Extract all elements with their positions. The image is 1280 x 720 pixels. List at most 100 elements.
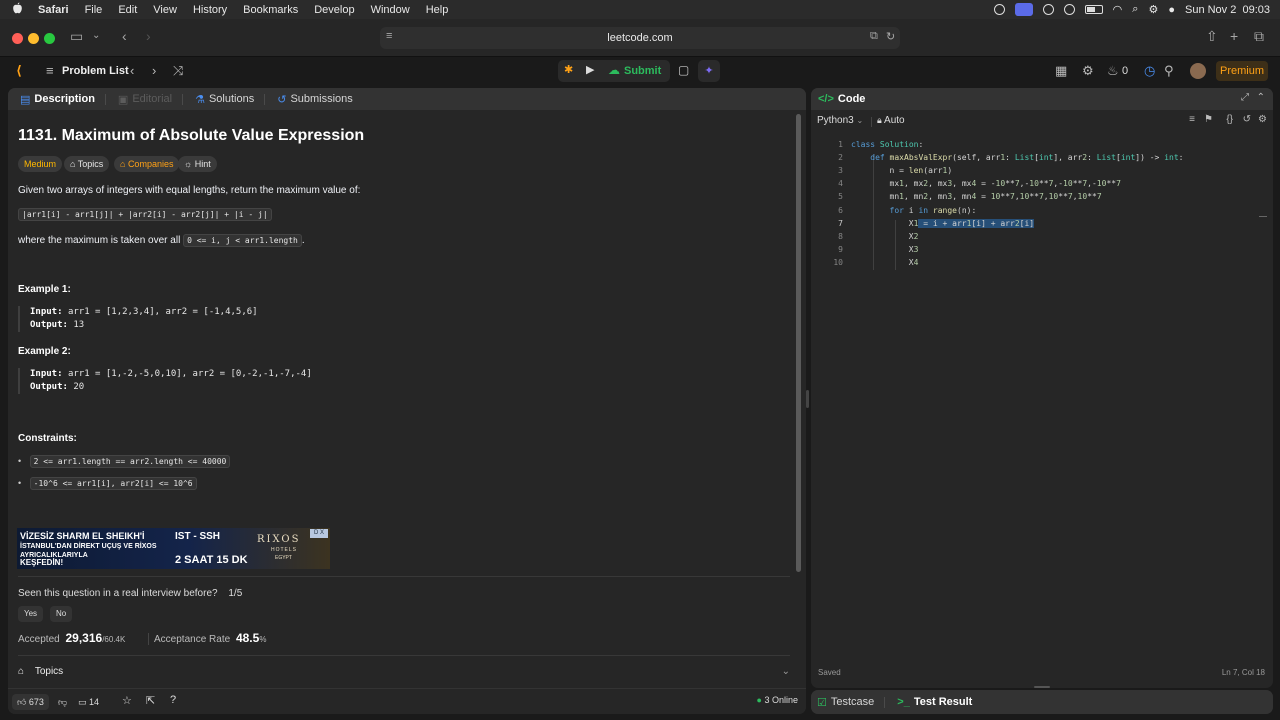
minimize-window-button[interactable] (28, 33, 39, 44)
topics-chip[interactable]: ⌂ Topics (64, 156, 110, 172)
back-icon[interactable]: ‹ (122, 28, 127, 44)
tab-testcase[interactable]: ☑ Testcase (817, 696, 874, 709)
menu-edit[interactable]: Edit (118, 4, 137, 16)
timer-icon[interactable]: ◷ (1144, 63, 1155, 79)
zoom-window-button[interactable] (44, 33, 55, 44)
sidebar-icon[interactable]: ▭ (70, 28, 83, 45)
reload-icon[interactable]: ↻ (886, 30, 895, 43)
settings-icon[interactable]: ⚙ (1082, 63, 1094, 79)
chevron-down-icon[interactable]: ⌄ (92, 30, 100, 41)
topics-row[interactable]: ⌂ Topics ⌄ (18, 666, 790, 682)
panel-resize-handle[interactable] (806, 390, 809, 408)
menu-app[interactable]: Safari (38, 4, 69, 16)
premium-button[interactable]: Premium (1216, 61, 1268, 81)
submit-button[interactable]: Submit (606, 61, 661, 80)
comment-icon: ▭ (78, 697, 87, 707)
submissions-icon: ↺ (277, 93, 287, 106)
ai-assist-icon[interactable]: ✦ (698, 60, 720, 82)
settings-icon[interactable]: ⚙ (1258, 114, 1267, 125)
comments-button[interactable]: ▭ 14 (78, 694, 99, 710)
control-center-icon[interactable]: ⚙ (1148, 3, 1158, 16)
play-icon[interactable] (1063, 4, 1075, 15)
yes-button[interactable]: Yes (18, 606, 44, 622)
streak-icon[interactable]: ♨ (1107, 63, 1119, 79)
share-icon[interactable]: ⇱ (146, 694, 155, 707)
avatar[interactable] (1190, 63, 1206, 79)
shuffle-icon[interactable]: ⤨ (173, 63, 183, 79)
new-tab-icon[interactable]: + (1230, 28, 1238, 44)
code-editor[interactable]: 1 2 3 4 5 6 7 8 9 10 class Solution: def… (811, 134, 1273, 664)
tab-test-result[interactable]: >_ Test Result (897, 696, 972, 708)
mode-indicator[interactable]: 🔒︎ Auto (877, 115, 905, 126)
leetcode-logo-icon[interactable]: ⟨ (16, 63, 22, 79)
fullscreen-icon[interactable]: ⤢ (1241, 92, 1249, 103)
ad-choices-badge[interactable]: D X (310, 529, 328, 538)
problem-title[interactable]: 1131. Maximum of Absolute Value Expressi… (18, 127, 364, 145)
hint-chip[interactable]: ☼ Hint (178, 156, 217, 172)
help-icon[interactable]: ? (170, 694, 176, 706)
braces-icon[interactable]: {} (1226, 114, 1233, 125)
tab-testcase-label: Testcase (830, 696, 875, 708)
debug-icon[interactable]: ✱ (564, 63, 573, 76)
tab-submissions[interactable]: ↺ Submissions (277, 93, 353, 106)
scrollbar[interactable] (796, 114, 801, 572)
mode-label: Auto (884, 115, 905, 126)
translate-icon[interactable]: ⧉ (870, 30, 878, 43)
like-button[interactable]: 👍︎ 673 (12, 694, 49, 710)
menu-view[interactable]: View (153, 4, 177, 16)
menu-file[interactable]: File (85, 4, 103, 16)
interview-question-text: Seen this question in a real interview b… (18, 588, 218, 599)
apple-icon[interactable] (12, 2, 26, 17)
prev-problem-icon[interactable]: ‹ (130, 63, 134, 78)
menu-develop[interactable]: Develop (314, 4, 354, 16)
example-1-title: Example 1: (18, 284, 71, 295)
code-line: X1 = i + arr1[i] + arr2[i] (851, 219, 1035, 228)
tab-overview-icon[interactable]: ⧉ (1254, 28, 1264, 45)
dislike-button[interactable]: 👎︎ (58, 694, 67, 710)
tab-editorial[interactable]: ▣ Editorial (118, 93, 172, 106)
mirroring-icon[interactable] (1014, 3, 1033, 16)
screen-share-icon[interactable] (993, 4, 1005, 15)
list-icon[interactable]: ≡ (46, 63, 54, 78)
language-select[interactable]: Python3 ⌄ (817, 115, 863, 126)
advertisement-banner[interactable]: VİZESİZ SHARM EL SHEIKH'İ İSTANBUL'DAN D… (17, 528, 330, 569)
format-icon[interactable]: ≡ (1189, 114, 1195, 125)
account-icon[interactable]: ▦ (1055, 63, 1067, 79)
star-icon[interactable]: ☆ (122, 694, 132, 707)
close-window-button[interactable] (12, 33, 23, 44)
no-button[interactable]: No (50, 606, 73, 622)
clock[interactable]: Sun Nov 2 09:03 (1185, 4, 1270, 16)
line-number: 9 (838, 245, 843, 254)
tab-description[interactable]: ▤ Description (20, 93, 95, 106)
menu-window[interactable]: Window (371, 4, 410, 16)
problem-statement: Given two arrays of integers with equal … (18, 185, 361, 196)
address-bar[interactable]: leetcode.com (380, 27, 900, 49)
bookmark-icon[interactable]: ⚑ (1204, 114, 1213, 125)
page-menu-icon[interactable]: ≡ (386, 30, 392, 42)
menu-help[interactable]: Help (426, 4, 449, 16)
tab-code[interactable]: </> Code (818, 93, 865, 105)
wifi-icon[interactable]: ◠ (1113, 3, 1123, 16)
companies-chip[interactable]: ⌂ Companies (114, 156, 180, 172)
share-icon[interactable]: ⇧ (1206, 28, 1218, 45)
forward-icon[interactable]: › (146, 28, 151, 44)
menu-history[interactable]: History (193, 4, 227, 16)
online-count: 3 Online (764, 695, 798, 705)
tab-divider (104, 93, 106, 105)
siri-icon[interactable]: ● (1168, 4, 1175, 16)
add-user-icon[interactable]: ⚲ (1164, 63, 1174, 79)
search-icon[interactable]: ⌕ (1132, 3, 1138, 16)
notes-icon[interactable]: ▢ (678, 63, 689, 77)
vertical-resize-handle[interactable] (1034, 686, 1050, 688)
run-icon[interactable]: ▶ (586, 63, 594, 76)
collapse-icon[interactable]: ⌃ (1257, 92, 1265, 103)
example-2-output: 20 (73, 382, 85, 392)
menu-bookmarks[interactable]: Bookmarks (243, 4, 298, 16)
tab-solutions[interactable]: ⚗ Solutions (195, 93, 254, 106)
battery-icon[interactable] (1084, 5, 1103, 14)
problem-list-link[interactable]: Problem List (62, 65, 129, 77)
terminal-icon: >_ (897, 696, 910, 708)
activity-icon[interactable] (1042, 4, 1054, 15)
next-problem-icon[interactable]: › (152, 63, 156, 78)
reset-icon[interactable]: ↺ (1243, 114, 1251, 125)
